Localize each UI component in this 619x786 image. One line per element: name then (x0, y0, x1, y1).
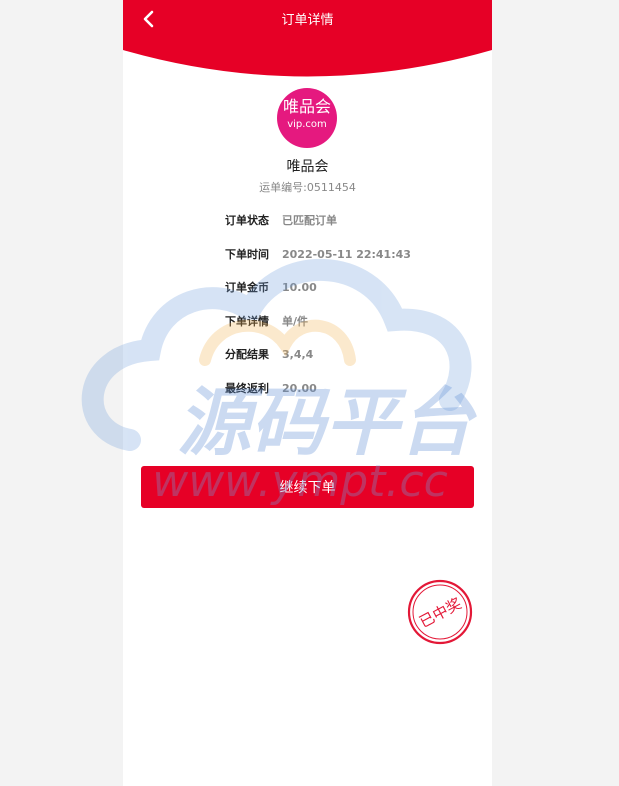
detail-label: 最终返利 (225, 382, 269, 395)
stamp-text: 已中奖 (416, 594, 464, 631)
detail-label: 分配结果 (225, 348, 269, 361)
detail-value: 20.00 (282, 382, 317, 395)
continue-order-button[interactable]: 继续下单 (141, 466, 474, 508)
detail-label: 下单时间 (225, 248, 269, 261)
detail-row-allocation: 分配结果 3,4,4 (123, 346, 492, 364)
detail-label: 下单详情 (225, 315, 269, 328)
won-stamp-icon: 已中奖 (407, 579, 473, 645)
detail-value: 3,4,4 (282, 348, 314, 361)
order-details: 订单状态 已匹配订单 下单时间 2022-05-11 22:41:43 订单金币… (123, 0, 492, 400)
detail-row-status: 订单状态 已匹配订单 (123, 212, 492, 230)
detail-value: 2022-05-11 22:41:43 (282, 248, 411, 261)
detail-label: 订单金币 (225, 281, 269, 294)
phone-screen: 订单详情 唯品会 vip.com 唯品会 运单编号:0511454 订单状态 已… (123, 0, 492, 786)
detail-row-order-info: 下单详情 单/件 (123, 313, 492, 331)
detail-row-rebate: 最终返利 20.00 (123, 380, 492, 398)
detail-value: 10.00 (282, 281, 317, 294)
detail-value: 单/件 (282, 315, 309, 328)
detail-label: 订单状态 (225, 214, 269, 227)
detail-row-coins: 订单金币 10.00 (123, 279, 492, 297)
detail-row-time: 下单时间 2022-05-11 22:41:43 (123, 246, 492, 264)
detail-value: 已匹配订单 (282, 214, 337, 227)
